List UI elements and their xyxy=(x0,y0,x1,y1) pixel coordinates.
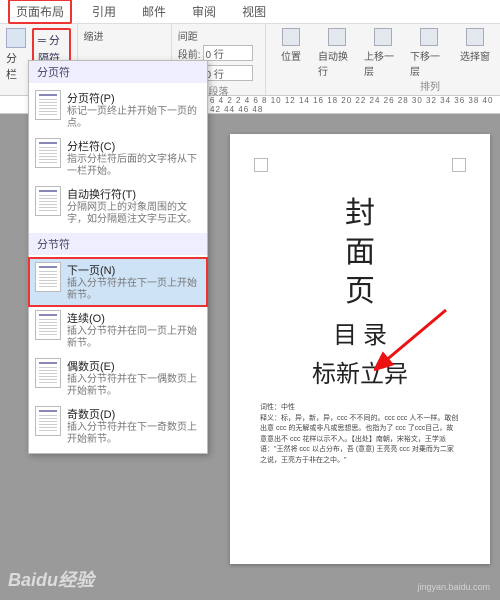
doc-title-line1: 封 xyxy=(260,194,460,233)
group-arrange: 位置 自动换行 上移一层 下移一层 选择窗 xyxy=(266,24,500,95)
margin-corner-icon xyxy=(452,158,466,172)
columns-label: 分栏 xyxy=(6,50,26,82)
spacing-after-input[interactable]: 0 行 xyxy=(203,65,253,81)
menu-even-page[interactable]: 偶数页(E)插入分节符并在下一偶数页上开始新节。 xyxy=(29,354,207,402)
text-wrap-icon xyxy=(35,186,61,216)
tab-page-layout[interactable]: 页面布局 xyxy=(8,0,72,24)
menu-continuous[interactable]: 连续(O)插入分节符并在同一页上开始新节。 xyxy=(29,306,207,354)
backward-icon xyxy=(420,28,438,46)
wrap-icon xyxy=(328,28,346,46)
menu-next-page[interactable]: 下一页(N)插入分节符并在下一页上开始新节。 xyxy=(29,258,207,306)
spacing-before-label: 段前: xyxy=(178,46,201,61)
ribbon-body: 分栏 ═ 分隔符 ▾ 缩进 间距 段前: 0 行 段后: 0 行 段落 位置 自… xyxy=(0,24,500,96)
ribbon-tabs: 页面布局 引用 邮件 审阅 视图 xyxy=(0,0,500,24)
document-page[interactable]: 封 面 页 目 录 标新立异 词性：中性 释义：标，异，新，异，ccc 不不同的… xyxy=(230,134,490,564)
tab-mailings[interactable]: 邮件 xyxy=(136,1,172,22)
position-icon xyxy=(282,28,300,46)
next-page-icon xyxy=(35,262,61,292)
spacing-title: 间距 xyxy=(178,28,259,43)
indent-title: 缩进 xyxy=(84,28,165,43)
selection-pane-button[interactable]: 选择窗 xyxy=(456,28,494,91)
even-page-icon xyxy=(35,358,61,388)
margin-corner-icon xyxy=(254,158,268,172)
selection-icon xyxy=(466,28,484,46)
doc-body-text: 释义：标，异，新，异，ccc 不不同的。ccc ccc 人不一样。敢创出意 cc… xyxy=(260,414,460,467)
arrange-group-label: 排列 xyxy=(420,78,440,93)
breaks-dropdown: 分页符 分页符(P)标记一页终止并开始下一页的点。 分栏符(C)指示分栏符后面的… xyxy=(28,60,208,454)
doc-title-line5: 标新立异 xyxy=(260,354,460,389)
continuous-icon xyxy=(35,310,61,340)
columns-button[interactable]: 分栏 xyxy=(6,28,26,82)
doc-title-line4: 目 录 xyxy=(260,315,460,350)
columns-icon xyxy=(6,28,26,48)
menu-text-wrapping[interactable]: 自动换行符(T)分隔网页上的对象周围的文字，如分隔题注文字与正文。 xyxy=(29,182,207,230)
bring-forward-button[interactable]: 上移一层 xyxy=(364,28,402,91)
tab-references[interactable]: 引用 xyxy=(86,1,122,22)
doc-title-line2: 面 xyxy=(260,233,460,272)
page-break-icon xyxy=(35,90,61,120)
wrap-text-button[interactable]: 自动换行 xyxy=(318,28,356,91)
doc-byline: 词性：中性 xyxy=(260,403,460,414)
forward-icon xyxy=(374,28,392,46)
dropdown-section-page-breaks: 分页符 xyxy=(29,61,207,83)
tab-view[interactable]: 视图 xyxy=(236,1,272,22)
menu-odd-page[interactable]: 奇数页(D)插入分节符并在下一奇数页上开始新节。 xyxy=(29,402,207,450)
spacing-before-input[interactable]: 0 行 xyxy=(203,45,253,61)
position-button[interactable]: 位置 xyxy=(272,28,310,91)
menu-column-break[interactable]: 分栏符(C)指示分栏符后面的文字将从下一栏开始。 xyxy=(29,134,207,182)
tab-review[interactable]: 审阅 xyxy=(186,1,222,22)
column-break-icon xyxy=(35,138,61,168)
doc-title-line3: 页 xyxy=(260,272,460,311)
menu-page-break[interactable]: 分页符(P)标记一页终止并开始下一页的点。 xyxy=(29,86,207,134)
odd-page-icon xyxy=(35,406,61,436)
dropdown-section-section-breaks: 分节符 xyxy=(29,233,207,255)
